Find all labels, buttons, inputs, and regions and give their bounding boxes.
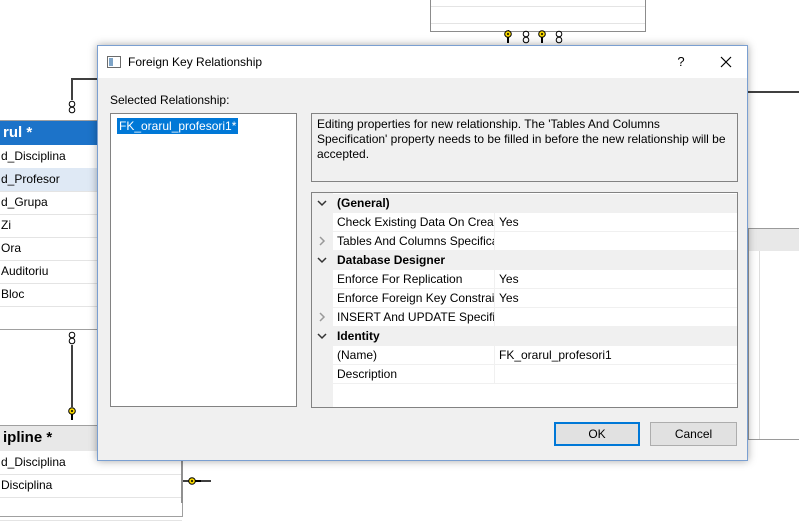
property-row[interactable]: Tables And Columns Specifica bbox=[312, 232, 737, 251]
property-value[interactable]: Yes bbox=[499, 215, 519, 229]
property-grid[interactable]: (General) Check Existing Data On Creati Ye… bbox=[311, 192, 738, 408]
property-name: Tables And Columns Specifica bbox=[337, 234, 495, 248]
cancel-button[interactable]: Cancel bbox=[650, 422, 737, 446]
chevron-down-icon[interactable] bbox=[316, 254, 328, 266]
table-row[interactable]: Zi bbox=[0, 214, 99, 238]
property-name: Enforce For Replication bbox=[337, 272, 463, 286]
key-icon bbox=[504, 30, 512, 43]
property-row[interactable]: Check Existing Data On Creati Yes bbox=[312, 213, 737, 232]
orarul-table[interactable]: rul * d_Disciplina d_Profesor d_Grupa Zi… bbox=[0, 120, 100, 330]
property-row[interactable]: INSERT And UPDATE Specifica bbox=[312, 308, 737, 327]
close-button[interactable] bbox=[715, 51, 737, 73]
property-value[interactable]: Yes bbox=[499, 291, 519, 305]
property-category[interactable]: Identity bbox=[312, 327, 737, 346]
property-value[interactable]: FK_orarul_profesori1 bbox=[499, 348, 612, 362]
property-row[interactable]: Description bbox=[312, 365, 737, 384]
property-name: Enforce Foreign Key Constrair bbox=[337, 291, 495, 305]
table-row[interactable] bbox=[0, 497, 182, 521]
key-icon bbox=[188, 477, 201, 485]
property-row[interactable]: (Name) FK_orarul_profesori1 bbox=[312, 346, 737, 365]
table-row[interactable]: Disciplina bbox=[0, 474, 182, 498]
table-row[interactable]: d_Grupa bbox=[0, 191, 99, 215]
list-item[interactable]: FK_orarul_profesori1* bbox=[117, 118, 239, 134]
property-row[interactable]: Enforce For Replication Yes bbox=[312, 270, 737, 289]
chevron-down-icon[interactable] bbox=[316, 197, 328, 209]
property-value[interactable]: Yes bbox=[499, 272, 519, 286]
right-table[interactable] bbox=[748, 228, 799, 440]
infinity-icon bbox=[68, 331, 76, 345]
property-name: Description bbox=[337, 367, 398, 381]
top-table[interactable] bbox=[430, 0, 646, 32]
selected-relationship-label: Selected Relationship: bbox=[110, 93, 230, 107]
table-row[interactable]: d_Disciplina bbox=[0, 145, 99, 169]
table-row[interactable]: Ora bbox=[0, 237, 99, 261]
property-name: (Name) bbox=[337, 348, 378, 362]
table-title: rul * bbox=[0, 121, 99, 145]
relationship-list[interactable]: FK_orarul_profesori1* bbox=[110, 113, 297, 407]
chevron-down-icon[interactable] bbox=[316, 330, 328, 342]
infinity-icon bbox=[522, 30, 530, 44]
chevron-right-icon[interactable] bbox=[316, 311, 328, 323]
ok-button[interactable]: OK bbox=[554, 422, 640, 446]
key-icon bbox=[68, 407, 76, 420]
help-button[interactable]: ? bbox=[670, 51, 692, 73]
dialog-title: Foreign Key Relationship bbox=[128, 55, 263, 69]
infinity-icon bbox=[555, 30, 563, 44]
table-row[interactable]: Bloc bbox=[0, 283, 99, 307]
chevron-right-icon[interactable] bbox=[316, 235, 328, 247]
foreign-key-dialog: Foreign Key Relationship ? Selected Rela… bbox=[97, 45, 748, 461]
property-name: INSERT And UPDATE Specifica bbox=[337, 310, 495, 324]
property-name: Check Existing Data On Creati bbox=[337, 215, 495, 229]
title-bar[interactable]: Foreign Key Relationship ? bbox=[98, 46, 747, 78]
table-row[interactable]: Auditoriu bbox=[0, 260, 99, 284]
property-name: Database Designer bbox=[337, 253, 446, 267]
window-icon bbox=[107, 56, 121, 68]
infinity-icon bbox=[68, 100, 76, 114]
key-icon bbox=[538, 30, 546, 43]
table-row[interactable]: d_Profesor bbox=[0, 168, 99, 192]
property-name: (General) bbox=[337, 196, 390, 210]
property-category[interactable]: (General) bbox=[312, 194, 737, 213]
property-category[interactable]: Database Designer bbox=[312, 251, 737, 270]
close-icon bbox=[720, 56, 732, 68]
info-text: Editing properties for new relationship.… bbox=[311, 113, 738, 182]
property-row[interactable]: Enforce Foreign Key Constrair Yes bbox=[312, 289, 737, 308]
property-name: Identity bbox=[337, 329, 380, 343]
